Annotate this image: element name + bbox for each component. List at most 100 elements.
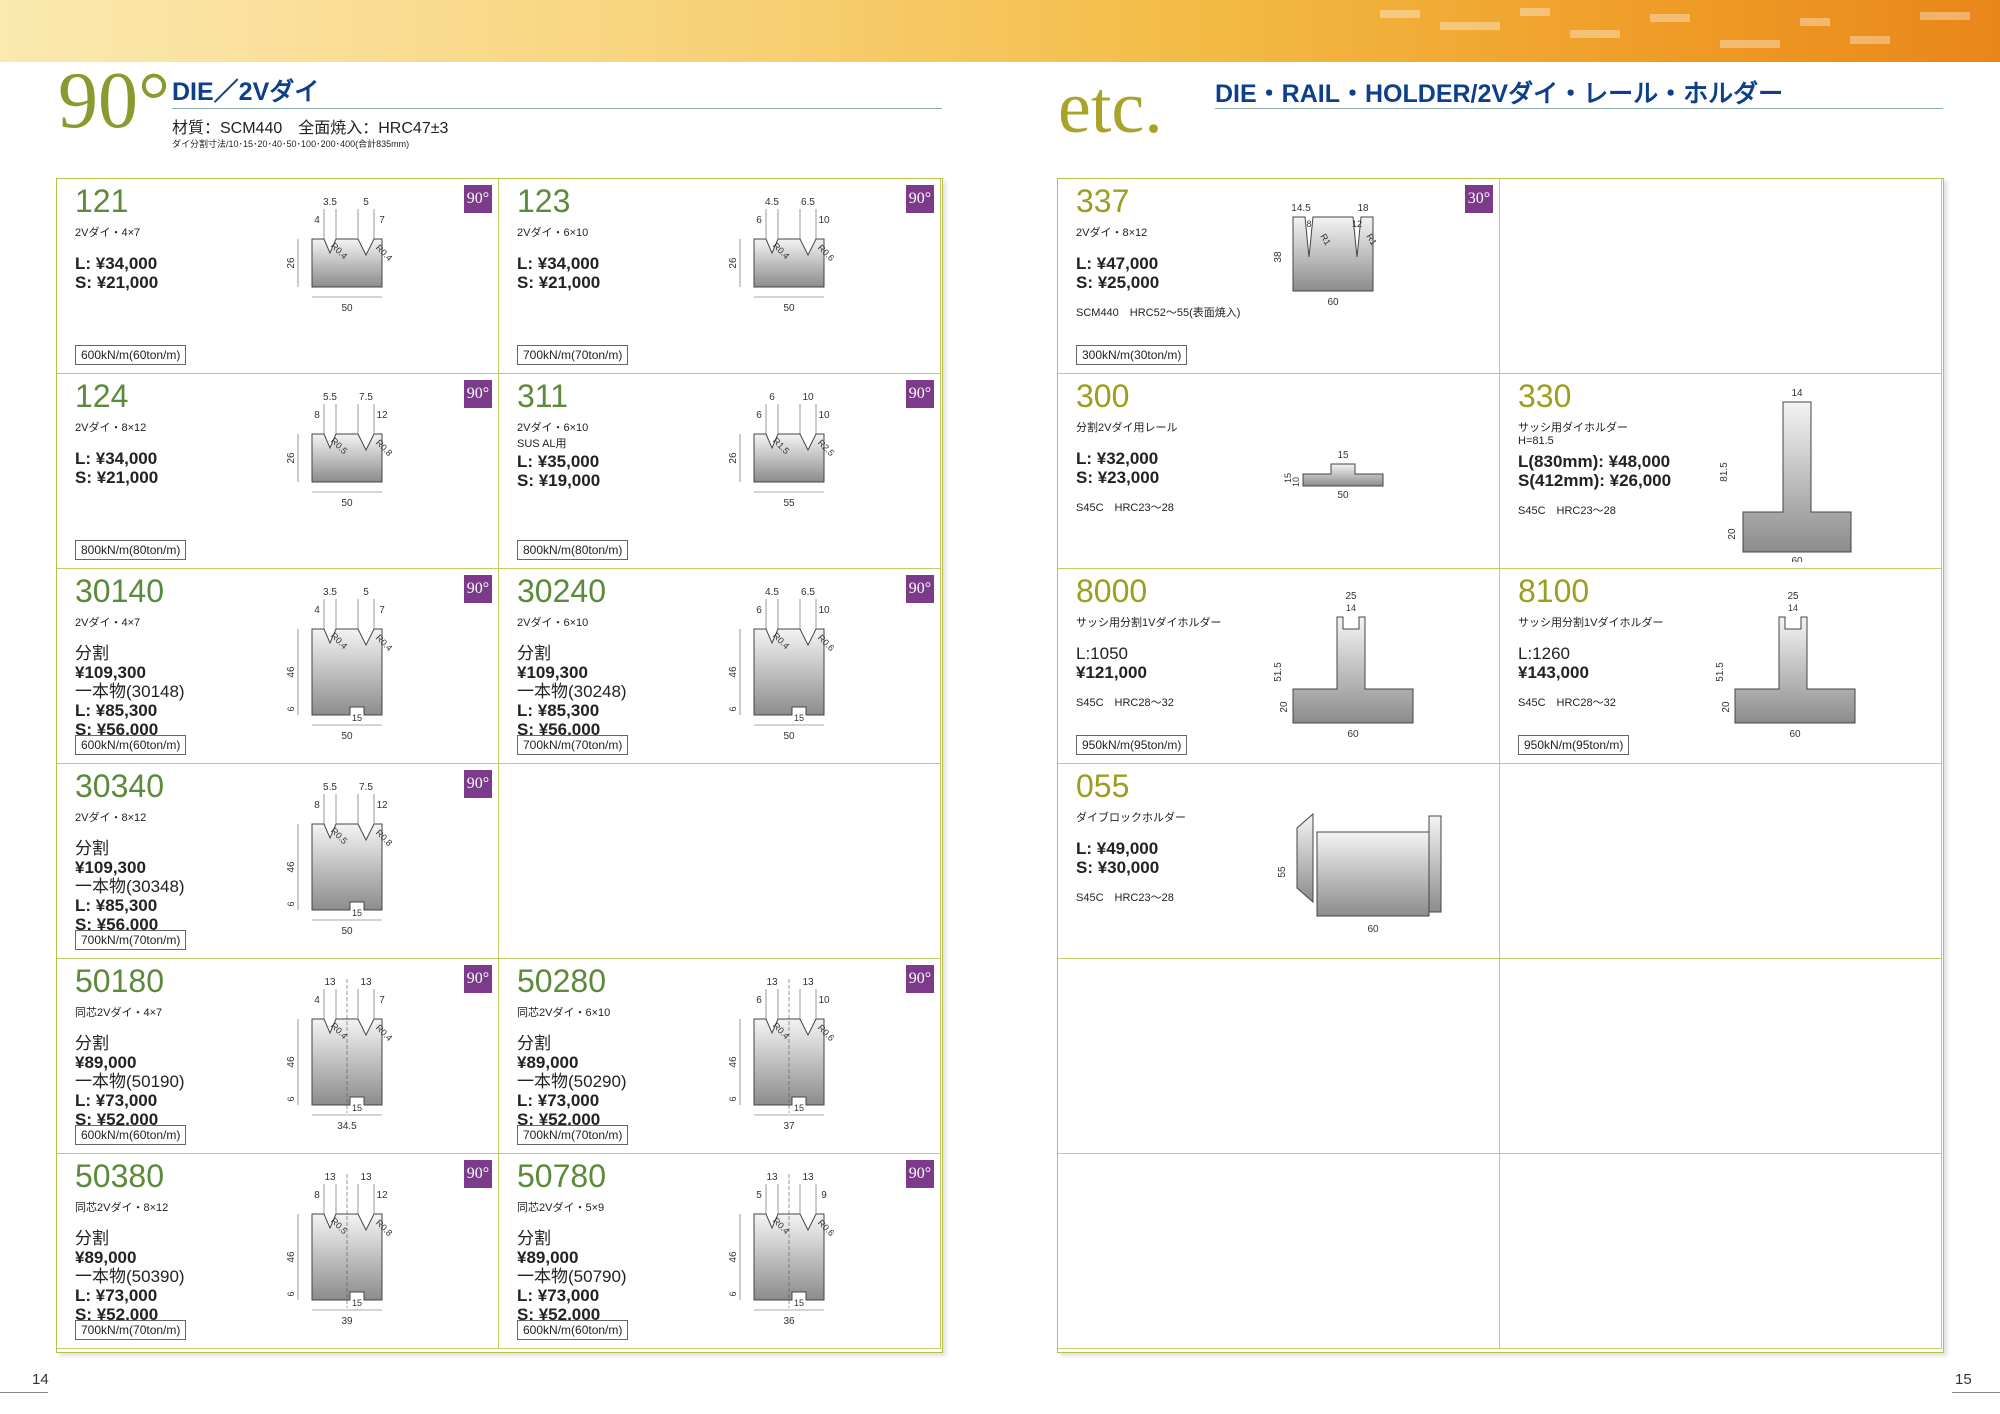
part-drawing: 2514 51.5 20 60: [1273, 591, 1414, 740]
product-code: 123: [517, 183, 571, 219]
price-lines: L:1260 ¥143,000: [1518, 644, 1589, 682]
price-line: ¥89,000: [75, 1248, 137, 1267]
left-page-title: DIE／2Vダイ: [172, 78, 320, 106]
dim-height: 46: [728, 1251, 739, 1263]
price-lines: L: ¥34,000 S: ¥21,000: [517, 254, 600, 292]
dim-top-right: 13: [360, 977, 372, 988]
product-code: 50280: [517, 963, 606, 999]
dim-v-left: 6: [756, 995, 762, 1006]
dim-slot-width: 15: [352, 713, 362, 723]
product-code: 8100: [1518, 573, 1590, 609]
dim-top-left: 3.5: [323, 197, 337, 208]
product-description-2: SUS AL用: [517, 438, 567, 450]
price-line: L: ¥32,000: [1076, 449, 1159, 468]
product-cell-8000: 8000 サッシ用分割1Vダイホルダー L:1050 ¥121,000 S45C HRC…: [1058, 569, 1500, 764]
dim-v-right: 10: [818, 605, 830, 616]
dim-top-right: 13: [360, 1172, 372, 1183]
material-note: S45C HRC28～32: [1518, 697, 1616, 709]
price-lines: 分割 ¥109,300 一本物(30348) L: ¥85,300 S: ¥56,000: [75, 839, 185, 934]
dim-top-left: 13: [324, 977, 336, 988]
dim-height: 51.5: [1273, 662, 1284, 682]
price-line: 一本物(30348): [75, 877, 185, 896]
rail-profile: [1302, 463, 1384, 487]
product-cell-50280: 50280 同芯2Vダイ・6×10 分割 ¥89,000 一本物(50290) L: ¥7…: [499, 959, 941, 1154]
price-lines: L: ¥47,000 S: ¥25,000: [1076, 254, 1159, 292]
price-line: L: ¥73,000: [75, 1091, 158, 1110]
dim-width: 50: [341, 926, 353, 937]
dim-slot-width: 15: [352, 1298, 362, 1308]
holder-profile: [1734, 616, 1856, 724]
price-line: ¥143,000: [1518, 663, 1589, 682]
empty-cell: [499, 764, 941, 959]
price-line: L: ¥73,000: [75, 1286, 158, 1305]
capacity-label: 600kN/m(60ton/m): [75, 345, 187, 365]
empty-cell: [1500, 959, 1942, 1154]
price-line: 分割: [75, 839, 109, 858]
price-line: 分割: [75, 1034, 109, 1053]
capacity-label: 800kN/m(80ton/m): [75, 540, 187, 560]
product-code: 8000: [1076, 573, 1148, 609]
dim-slot-width: 14: [1346, 603, 1356, 613]
price-line: ¥89,000: [517, 1053, 579, 1072]
capacity-label: 800kN/m(80ton/m): [517, 540, 629, 560]
die-drawing: 3.5 54 72650R0.4 R0.4: [286, 197, 394, 314]
die-drawing: 13 135 94661536R0.4 R0.6: [728, 1172, 836, 1327]
product-cell-300: 300 分割2Vダイ用レール L: ¥32,000 S: ¥23,000 S45C HR…: [1058, 374, 1500, 569]
capacity-label: 300kN/m(30ton/m): [1076, 345, 1188, 365]
dim-top-left: 5.5: [323, 782, 337, 793]
angle-badge: 90°: [464, 380, 492, 408]
product-description: サッシ用ダイホルダー: [1518, 422, 1628, 434]
dim-height: 46: [286, 861, 297, 873]
right-title-rule: [1215, 108, 1943, 109]
dim-top-left: 3.5: [323, 587, 337, 598]
product-code: 337: [1076, 183, 1130, 219]
left-product-grid: 121 2Vダイ・4×7 L: ¥34,000 S: ¥21,000 600kN/m(6…: [56, 178, 943, 1353]
dim-top-left: 5.5: [323, 392, 337, 403]
dim-slot-height: 6: [728, 1096, 738, 1101]
dim-v-left: 8: [314, 800, 320, 811]
dim-width: 50: [341, 498, 353, 509]
price-line: L: ¥85,300: [517, 701, 600, 720]
dim-v-right: 10: [818, 995, 830, 1006]
capacity-label: 950kN/m(95ton/m): [1518, 735, 1630, 755]
empty-cell: [1058, 959, 1500, 1154]
block-clamp-left: [1296, 812, 1314, 904]
price-line: 一本物(50190): [75, 1072, 185, 1091]
dim-width: 50: [341, 731, 353, 742]
product-cell-123: 123 2Vダイ・6×10 L: ¥34,000 S: ¥21,000 700kN/m(…: [499, 179, 941, 374]
angle-badge: 90°: [906, 185, 934, 213]
price-line: 一本物(30148): [75, 682, 185, 701]
dim-v-right: 12: [376, 410, 388, 421]
left-page-number: 14: [32, 1371, 49, 1388]
dim-slot-height: 6: [728, 1291, 738, 1296]
dim-v-right: 7: [379, 995, 385, 1006]
price-line: 一本物(30248): [517, 682, 627, 701]
product-code: 50180: [75, 963, 164, 999]
dim-v-right: 12: [1352, 219, 1362, 229]
product-description: ダイブロックホルダー: [1076, 812, 1186, 824]
price-line: 分割: [75, 1229, 109, 1248]
product-code: 330: [1518, 378, 1572, 414]
price-line: 一本物(50390): [75, 1267, 185, 1286]
dim-height: 26: [286, 452, 297, 464]
product-cell-8100: 8100 サッシ用分割1Vダイホルダー L:1260 ¥143,000 S45C HRC…: [1500, 569, 1942, 764]
product-cell-330: 330 サッシ用ダイホルダー H=81.5 L(830mm): ¥48,000 S(41…: [1500, 374, 1942, 569]
price-line: L(830mm): ¥48,000: [1518, 452, 1671, 471]
holder-profile: [1292, 616, 1414, 724]
product-description: 同芯2Vダイ・8×12: [75, 1202, 169, 1214]
product-cell-337: 337 2Vダイ・8×12 L: ¥47,000 S: ¥25,000 SCM440 H…: [1058, 179, 1500, 374]
right-big-label: etc.: [1058, 67, 1163, 149]
dim-height: 46: [286, 1251, 297, 1263]
capacity-label: 950kN/m(95ton/m): [1076, 735, 1188, 755]
part-drawing: 15151050: [1283, 450, 1384, 501]
product-cell-30140: 30140 2Vダイ・4×7 分割 ¥109,300 一本物(30148) L: ¥85,…: [57, 569, 499, 764]
dim-top-left: 13: [324, 1172, 336, 1183]
material-note: S45C HRC23～28: [1076, 892, 1174, 904]
price-line: S: ¥21,000: [75, 273, 159, 292]
product-cell-30340: 30340 2Vダイ・8×12 分割 ¥109,300 一本物(30348) L: ¥85…: [57, 764, 499, 959]
dim-width: 60: [1791, 556, 1803, 562]
dim-v-left: 6: [756, 605, 762, 616]
product-code: 055: [1076, 768, 1130, 804]
product-cell-121: 121 2Vダイ・4×7 L: ¥34,000 S: ¥21,000 600kN/m(6…: [57, 179, 499, 374]
dim-v-right: 10: [818, 410, 830, 421]
